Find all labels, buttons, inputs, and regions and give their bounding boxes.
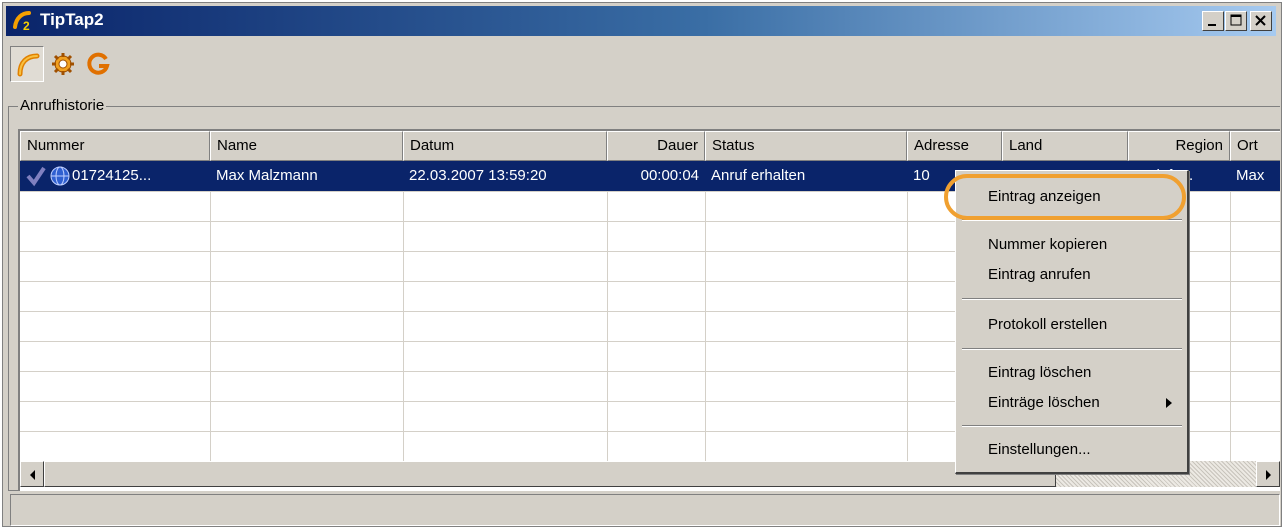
menu-item-eintrag-anrufen[interactable]: Eintrag anrufen	[958, 261, 1186, 287]
cell-status: Anruf erhalten	[711, 167, 806, 184]
menu-item-label: Einträge löschen	[988, 394, 1100, 411]
menu-separator	[962, 425, 1182, 427]
menu-item-eintraege-loeschen[interactable]: Einträge löschen	[958, 389, 1186, 415]
status-bar	[10, 494, 1280, 526]
settings-tab-button[interactable]	[46, 46, 80, 82]
scroll-right-button[interactable]	[1256, 461, 1280, 487]
close-button[interactable]	[1250, 11, 1272, 31]
maximize-icon	[1230, 14, 1242, 26]
minimize-button[interactable]	[1202, 11, 1224, 31]
cell-dauer: 00:00:04	[640, 167, 699, 184]
checkmark-icon	[26, 166, 46, 187]
column-header-region[interactable]: Region	[1128, 131, 1230, 161]
cell-ort: Max	[1236, 167, 1265, 184]
menu-separator	[962, 298, 1182, 300]
menu-item-eintrag-loeschen[interactable]: Eintrag löschen	[958, 359, 1186, 385]
g-logo-icon	[87, 52, 110, 75]
row-status-icons	[20, 161, 70, 191]
column-header-ort[interactable]: Ort	[1230, 131, 1280, 161]
menu-item-protokoll-erstellen[interactable]: Protokoll erstellen	[958, 311, 1186, 337]
column-header-name[interactable]: Name	[210, 131, 403, 161]
group-label: Anrufhistorie	[18, 97, 107, 114]
cell-name: Max Malzmann	[216, 167, 318, 184]
menu-item-einstellungen[interactable]: Einstellungen...	[958, 436, 1186, 462]
column-header-adresse[interactable]: Adresse	[907, 131, 1002, 161]
close-icon	[1255, 15, 1266, 26]
arrow-right-icon	[1266, 470, 1271, 480]
column-header-nummer[interactable]: Nummer	[20, 131, 210, 161]
menu-separator	[962, 348, 1182, 350]
scroll-thumb[interactable]	[44, 461, 1056, 487]
minimize-icon	[1208, 24, 1216, 26]
title-bar[interactable]: 2 TipTap2	[6, 6, 1276, 36]
window-title: TipTap2	[40, 10, 104, 29]
column-header-status[interactable]: Status	[705, 131, 907, 161]
app-tab-button[interactable]	[82, 46, 116, 82]
cell-nummer: 01724125...	[72, 167, 152, 184]
app-logo-icon: 2	[13, 11, 31, 32]
menu-item-nummer-kopieren[interactable]: Nummer kopieren	[958, 231, 1186, 257]
context-menu: Eintrag anzeigen Nummer kopieren Eintrag…	[955, 170, 1189, 474]
svg-text:2: 2	[23, 19, 30, 32]
phone-tab-button[interactable]	[10, 46, 44, 82]
phone-handset-icon	[17, 53, 40, 77]
menu-item-eintrag-anzeigen[interactable]: Eintrag anzeigen	[958, 183, 1186, 209]
menu-separator	[962, 219, 1182, 221]
arrow-left-icon	[30, 470, 35, 480]
gear-icon	[52, 53, 74, 75]
list-header: Nummer Name Datum Dauer Status Adresse L…	[20, 131, 1280, 161]
column-header-land[interactable]: Land	[1002, 131, 1128, 161]
column-header-datum[interactable]: Datum	[403, 131, 607, 161]
submenu-arrow-icon	[1166, 398, 1172, 408]
maximize-button[interactable]	[1225, 11, 1247, 31]
scroll-left-button[interactable]	[20, 461, 44, 487]
cell-datum: 22.03.2007 13:59:20	[409, 167, 547, 184]
column-header-dauer[interactable]: Dauer	[607, 131, 705, 161]
